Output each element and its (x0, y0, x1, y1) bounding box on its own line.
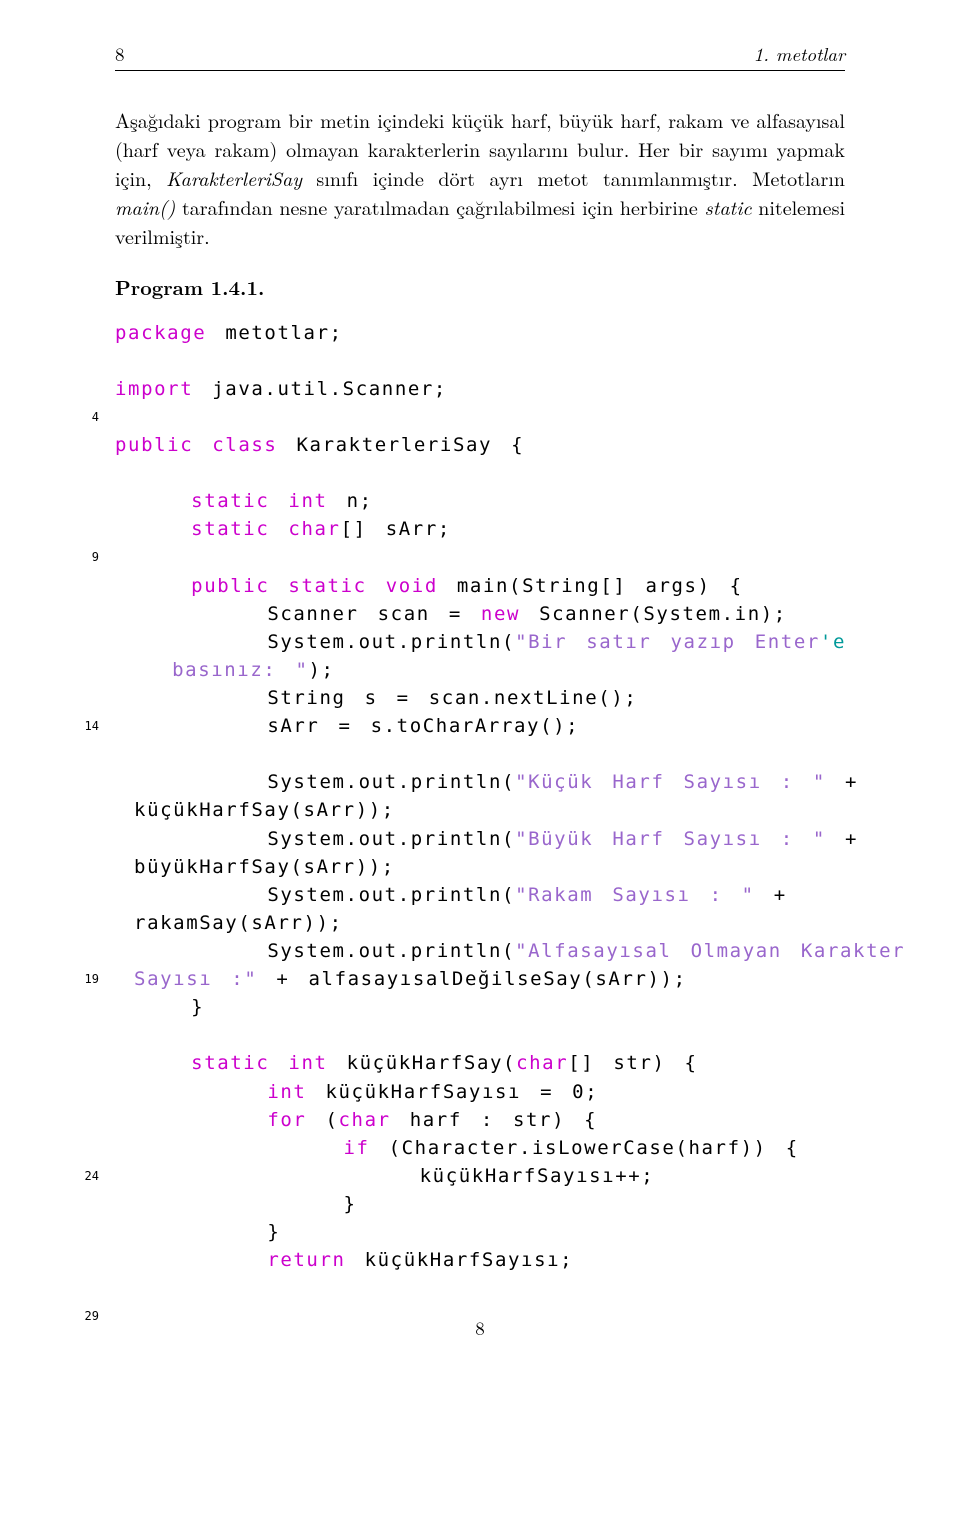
kw-new: new (481, 603, 520, 625)
code-text: String s = scan.nextLine(); (267, 687, 637, 709)
string-literal: basınız: " (115, 659, 309, 681)
intro-paragraph: Aşağıdaki program bir metin içindeki küç… (115, 105, 845, 250)
line-number: 29 (67, 1302, 99, 1330)
code-block: 4 9 14 19 24 29 package metotlar; import… (67, 319, 845, 1275)
kw-static-int: static int (191, 490, 327, 512)
line-number: 14 (67, 712, 99, 740)
code-text: + alfasayısalDeğilseSay(sArr)); (257, 968, 686, 990)
kw-int: int (267, 1081, 306, 1103)
string-literal: "Büyük Harf Sayısı : " (515, 828, 826, 850)
line-number: 24 (67, 1162, 99, 1190)
code-text: System.out.println( (267, 631, 515, 653)
kw-return: return (267, 1249, 345, 1271)
line-number: 4 (67, 403, 99, 431)
header-page-number: 8 (115, 40, 125, 68)
kw-public-static-void: public static void (191, 575, 438, 597)
string-literal: "Küçük Harf Sayısı : " (515, 771, 826, 793)
kw-static-int: static int (191, 1052, 327, 1074)
code-text: System.out.println( (267, 828, 515, 850)
kw-import: import (115, 378, 193, 400)
para-text: tarafından nesne yaratılmadan çağrılabil… (175, 192, 704, 221)
line-number: 9 (67, 543, 99, 571)
code-text: Scanner scan = (267, 603, 481, 625)
kw-char: char (516, 1052, 568, 1074)
code-text: main(String[] args) { (438, 575, 743, 597)
para-text: sınıfı içinde dört ayrı metot tanımlanmı… (302, 163, 845, 192)
header-section-title: 1. metotlar (753, 40, 845, 68)
footer-page-number: 8 (115, 1314, 845, 1342)
code-text: n; (328, 490, 373, 512)
line-number-gutter: 4 9 14 19 24 29 (67, 319, 99, 1331)
line-number: 19 (67, 965, 99, 993)
code-text: System.out.println( (267, 771, 515, 793)
para-italic-static: static (705, 192, 752, 221)
code-text: ( (306, 1109, 338, 1131)
kw-for: for (267, 1109, 306, 1131)
code-text: küçükHarfSayısı; (346, 1249, 574, 1271)
string-literal: "Bir satır yazıp Enter (515, 631, 820, 653)
kw-public-class: public class (115, 434, 277, 456)
code-text: küçükHarfSayısı++; (420, 1165, 655, 1187)
code-text: } (191, 996, 204, 1018)
code-text: sArr = s.toCharArray(); (267, 715, 579, 737)
code-text: Scanner(System.in); (520, 603, 787, 625)
code-content: package metotlar; import java.util.Scann… (67, 319, 845, 1275)
running-header: 8 1. metotlar (115, 40, 845, 71)
char-literal: 'e (820, 631, 846, 653)
code-text: java.util.Scanner; (193, 378, 447, 400)
program-label: Program 1.4.1. (115, 272, 845, 301)
kw-char: char (339, 1109, 391, 1131)
para-italic-main: main() (115, 192, 175, 221)
code-text: [] str) { (568, 1052, 697, 1074)
code-text: ); (309, 659, 335, 681)
string-literal: "Rakam Sayısı : " (515, 884, 755, 906)
code-text: harf : str) { (391, 1109, 598, 1131)
code-text: System.out.println( (267, 884, 515, 906)
code-text: } (343, 1193, 356, 1215)
code-text: metotlar; (206, 322, 342, 344)
para-italic-class: KarakterleriSay (166, 163, 302, 192)
code-text: } (267, 1221, 280, 1243)
code-text: KarakterleriSay { (277, 434, 524, 456)
code-text: [] sArr; (341, 518, 451, 540)
kw-package: package (115, 322, 206, 344)
kw-if: if (343, 1137, 369, 1159)
code-text: System.out.println( (267, 940, 515, 962)
code-text: (Character.isLowerCase(harf)) { (370, 1137, 799, 1159)
code-text: küçükHarfSayısı = 0; (306, 1081, 598, 1103)
kw-static-char: static char (191, 518, 340, 540)
code-text: küçükHarfSay( (328, 1052, 517, 1074)
page-container: 8 1. metotlar Aşağıdaki program bir meti… (0, 0, 960, 1522)
